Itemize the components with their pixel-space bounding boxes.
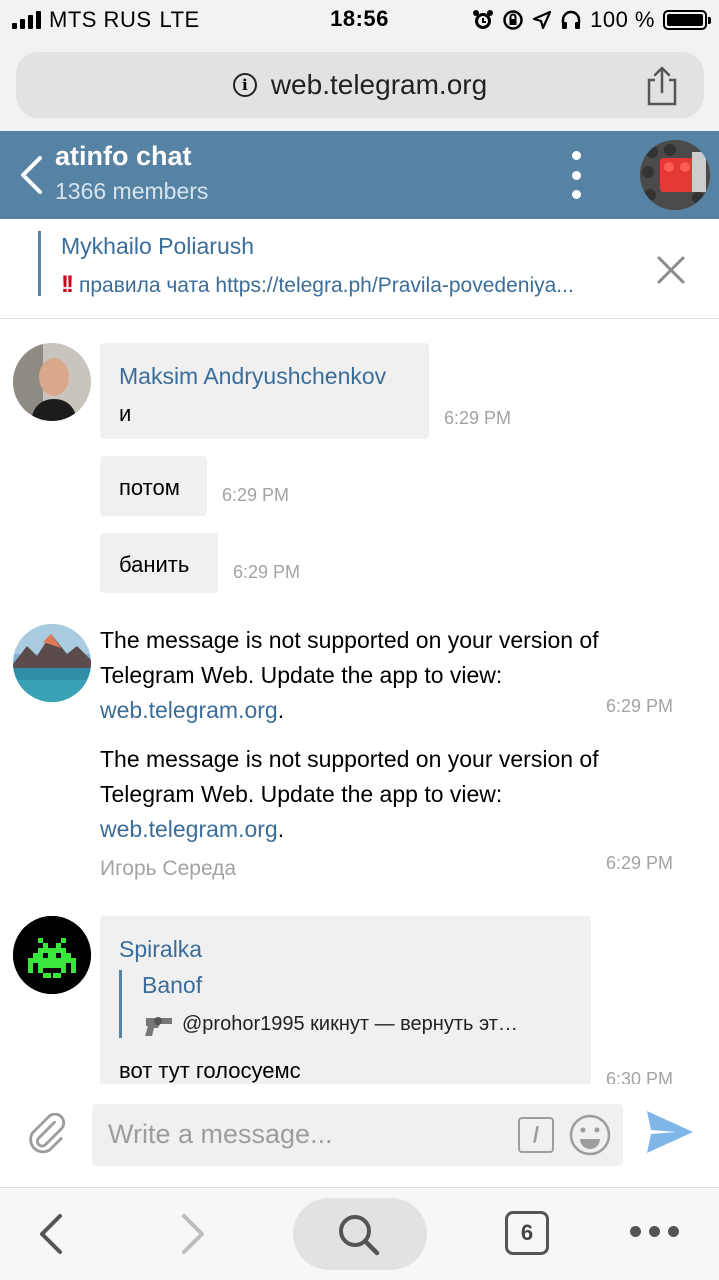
revolver-icon [145,1017,172,1036]
chat-title[interactable]: atinfo chat [55,141,192,172]
browser-bottom-bar: 6 [0,1188,719,1280]
message-text: банить [119,552,190,577]
send-icon[interactable] [645,1109,695,1155]
message-time: 6:29 PM [444,408,512,428]
message-link[interactable]: web.telegram.org [100,816,278,842]
avatar[interactable] [13,624,91,702]
pinned-author: Mykhailo Poliarush [61,233,255,259]
pinned-text: правила чата https://telegra.ph/Pravila-… [78,274,574,297]
message-text: вот тут голосуемс [119,1058,301,1083]
tabs-button[interactable]: 6 [505,1211,549,1255]
network-label: LTE [159,7,200,32]
headphones-icon [561,10,581,29]
composer: Write a message... / [0,1085,719,1188]
message-time: 6:29 PM [606,696,674,716]
forwarded-from[interactable]: Игорь Середа [100,857,236,881]
message-bubble[interactable]: Maksim Andryushchenkov и [100,343,429,439]
more-menu-icon[interactable] [562,151,590,199]
message-text: и [119,401,132,426]
browser-toolbar: i web.telegram.org [0,40,719,131]
message-time: 6:29 PM [233,562,301,582]
message-bubble[interactable]: Spiralka Banof @prohor1995 кикнут — верн… [100,916,591,1084]
reply-author[interactable]: Banof [142,972,202,999]
reply-bar [119,970,122,1038]
members-count[interactable]: 1366 members [55,178,208,205]
sender-name[interactable]: Maksim Andryushchenkov [119,363,386,390]
message-text: The message is not supported on your ver… [100,746,599,842]
message-text: The message is not supported on your ver… [100,627,599,723]
back-chevron-icon[interactable] [18,155,44,195]
message-time: 6:29 PM [222,485,290,505]
pinned-message[interactable]: Mykhailo Poliarush !! правила чата https:… [0,219,719,319]
message-input-placeholder: Write a message... [108,1119,333,1149]
browser-back-icon[interactable] [38,1212,64,1256]
address-url[interactable]: web.telegram.org [271,69,487,101]
signal-icon [12,11,41,29]
message-bubble[interactable]: потом [100,456,207,516]
avatar[interactable] [13,343,91,421]
pinned-bar [38,231,41,296]
close-icon[interactable] [656,255,686,285]
message-time: 6:30 PM [606,1069,674,1084]
message-link[interactable]: web.telegram.org [100,697,278,723]
message-text: потом [119,475,180,500]
emoji-icon[interactable] [569,1114,611,1156]
search-icon [339,1215,380,1256]
reply-text: @prohor1995 кикнут — вернуть эт… [182,1013,518,1035]
message-time: 6:29 PM [606,853,674,873]
orientation-lock-icon [503,10,523,30]
battery-percent: 100 % [590,7,655,32]
commands-icon[interactable]: / [518,1117,554,1153]
avatar[interactable] [13,916,91,994]
location-icon [533,10,552,30]
info-icon[interactable]: i [232,73,257,97]
battery-icon [663,10,711,30]
message-bubble[interactable]: банить [100,533,218,593]
status-bar: MTS RUS LTE 18:56 100 % [0,0,719,40]
message-input[interactable]: Write a message... / [92,1104,623,1166]
chat-header: atinfo chat 1366 members [0,131,719,219]
share-icon[interactable] [644,66,680,106]
address-bar[interactable]: i web.telegram.org [16,52,704,118]
alarm-icon [473,10,494,29]
browser-search-button[interactable] [293,1198,427,1270]
browser-more-icon[interactable] [630,1226,679,1237]
message-list[interactable]: Maksim Andryushchenkov и 6:29 PM потом 6… [0,320,719,1084]
carrier-label: MTS RUS [49,7,152,32]
double-exclamation-icon: !! [61,271,74,298]
sender-name[interactable]: Spiralka [119,936,202,963]
chat-avatar[interactable] [640,140,710,210]
paperclip-icon[interactable] [28,1113,68,1159]
browser-forward-icon[interactable] [180,1212,206,1256]
